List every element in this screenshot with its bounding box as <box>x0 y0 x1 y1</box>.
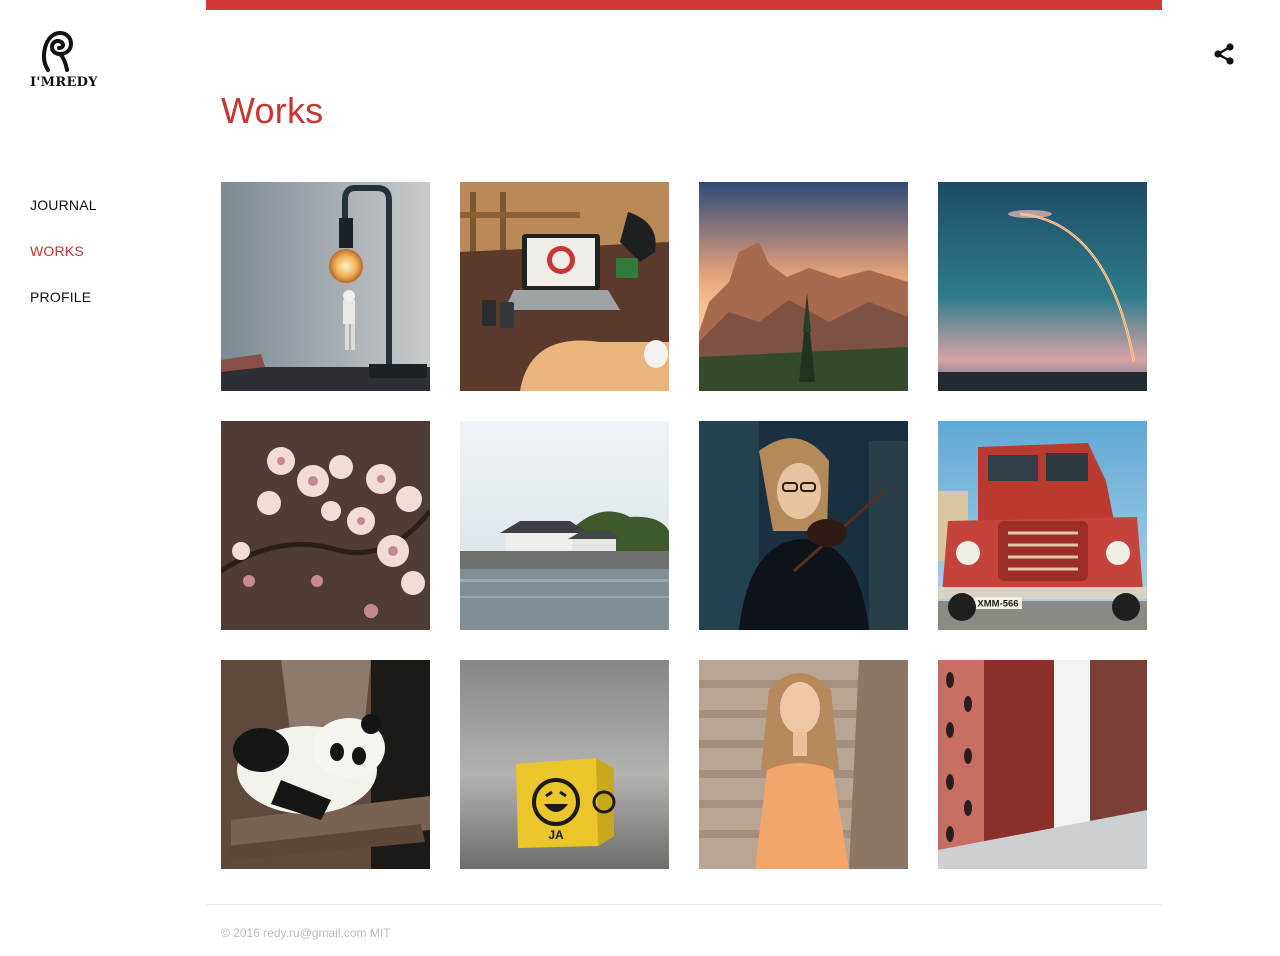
footer-copyright: © 2016 redy.ru@gmail.com MIT <box>221 926 391 940</box>
page-title: Works <box>221 90 324 131</box>
logo-swirl-icon <box>42 30 74 72</box>
accent-top-bar <box>206 0 1162 10</box>
work-thumbnail-portrait[interactable] <box>699 660 908 869</box>
work-thumbnail-truck[interactable]: XMM-566 <box>938 421 1147 630</box>
dice-text: JA <box>548 828 564 842</box>
panda-photo <box>221 660 430 869</box>
share-icon <box>1214 43 1234 65</box>
work-thumbnail-waterfall[interactable] <box>938 660 1147 869</box>
works-grid: XMM-566 JA <box>221 182 1147 869</box>
nav-item-journal[interactable]: JOURNAL <box>30 196 97 214</box>
portrait-photo <box>699 660 908 869</box>
site-logo[interactable]: I'MREDY <box>30 30 98 92</box>
castle-photo <box>460 421 669 630</box>
work-thumbnail-blossoms[interactable] <box>221 421 430 630</box>
main-nav: JOURNAL WORKS PROFILE <box>30 196 97 334</box>
nav-item-profile[interactable]: PROFILE <box>30 288 97 306</box>
work-thumbnail-lamp[interactable] <box>221 182 430 391</box>
work-thumbnail-violinist[interactable] <box>699 421 908 630</box>
blossoms-photo <box>221 421 430 630</box>
work-thumbnail-castle[interactable] <box>460 421 669 630</box>
mountains-photo <box>699 182 908 391</box>
work-thumbnail-dice[interactable]: JA <box>460 660 669 869</box>
work-thumbnail-desk[interactable] <box>460 182 669 391</box>
desk-photo <box>460 182 669 391</box>
lamp-photo <box>221 182 430 391</box>
dice-photo: JA <box>460 660 669 869</box>
nav-item-works[interactable]: WORKS <box>30 242 97 260</box>
license-plate-text: XMM-566 <box>977 599 1018 610</box>
footer-divider <box>206 904 1162 905</box>
rocket-photo <box>938 182 1147 391</box>
truck-photo: XMM-566 <box>938 421 1147 630</box>
logo-text: I'MREDY <box>30 75 98 90</box>
waterfall-photo <box>938 660 1147 869</box>
work-thumbnail-mountains[interactable] <box>699 182 908 391</box>
work-thumbnail-panda[interactable] <box>221 660 430 869</box>
share-button[interactable] <box>1212 42 1236 66</box>
violinist-photo <box>699 421 908 630</box>
work-thumbnail-rocket[interactable] <box>938 182 1147 391</box>
